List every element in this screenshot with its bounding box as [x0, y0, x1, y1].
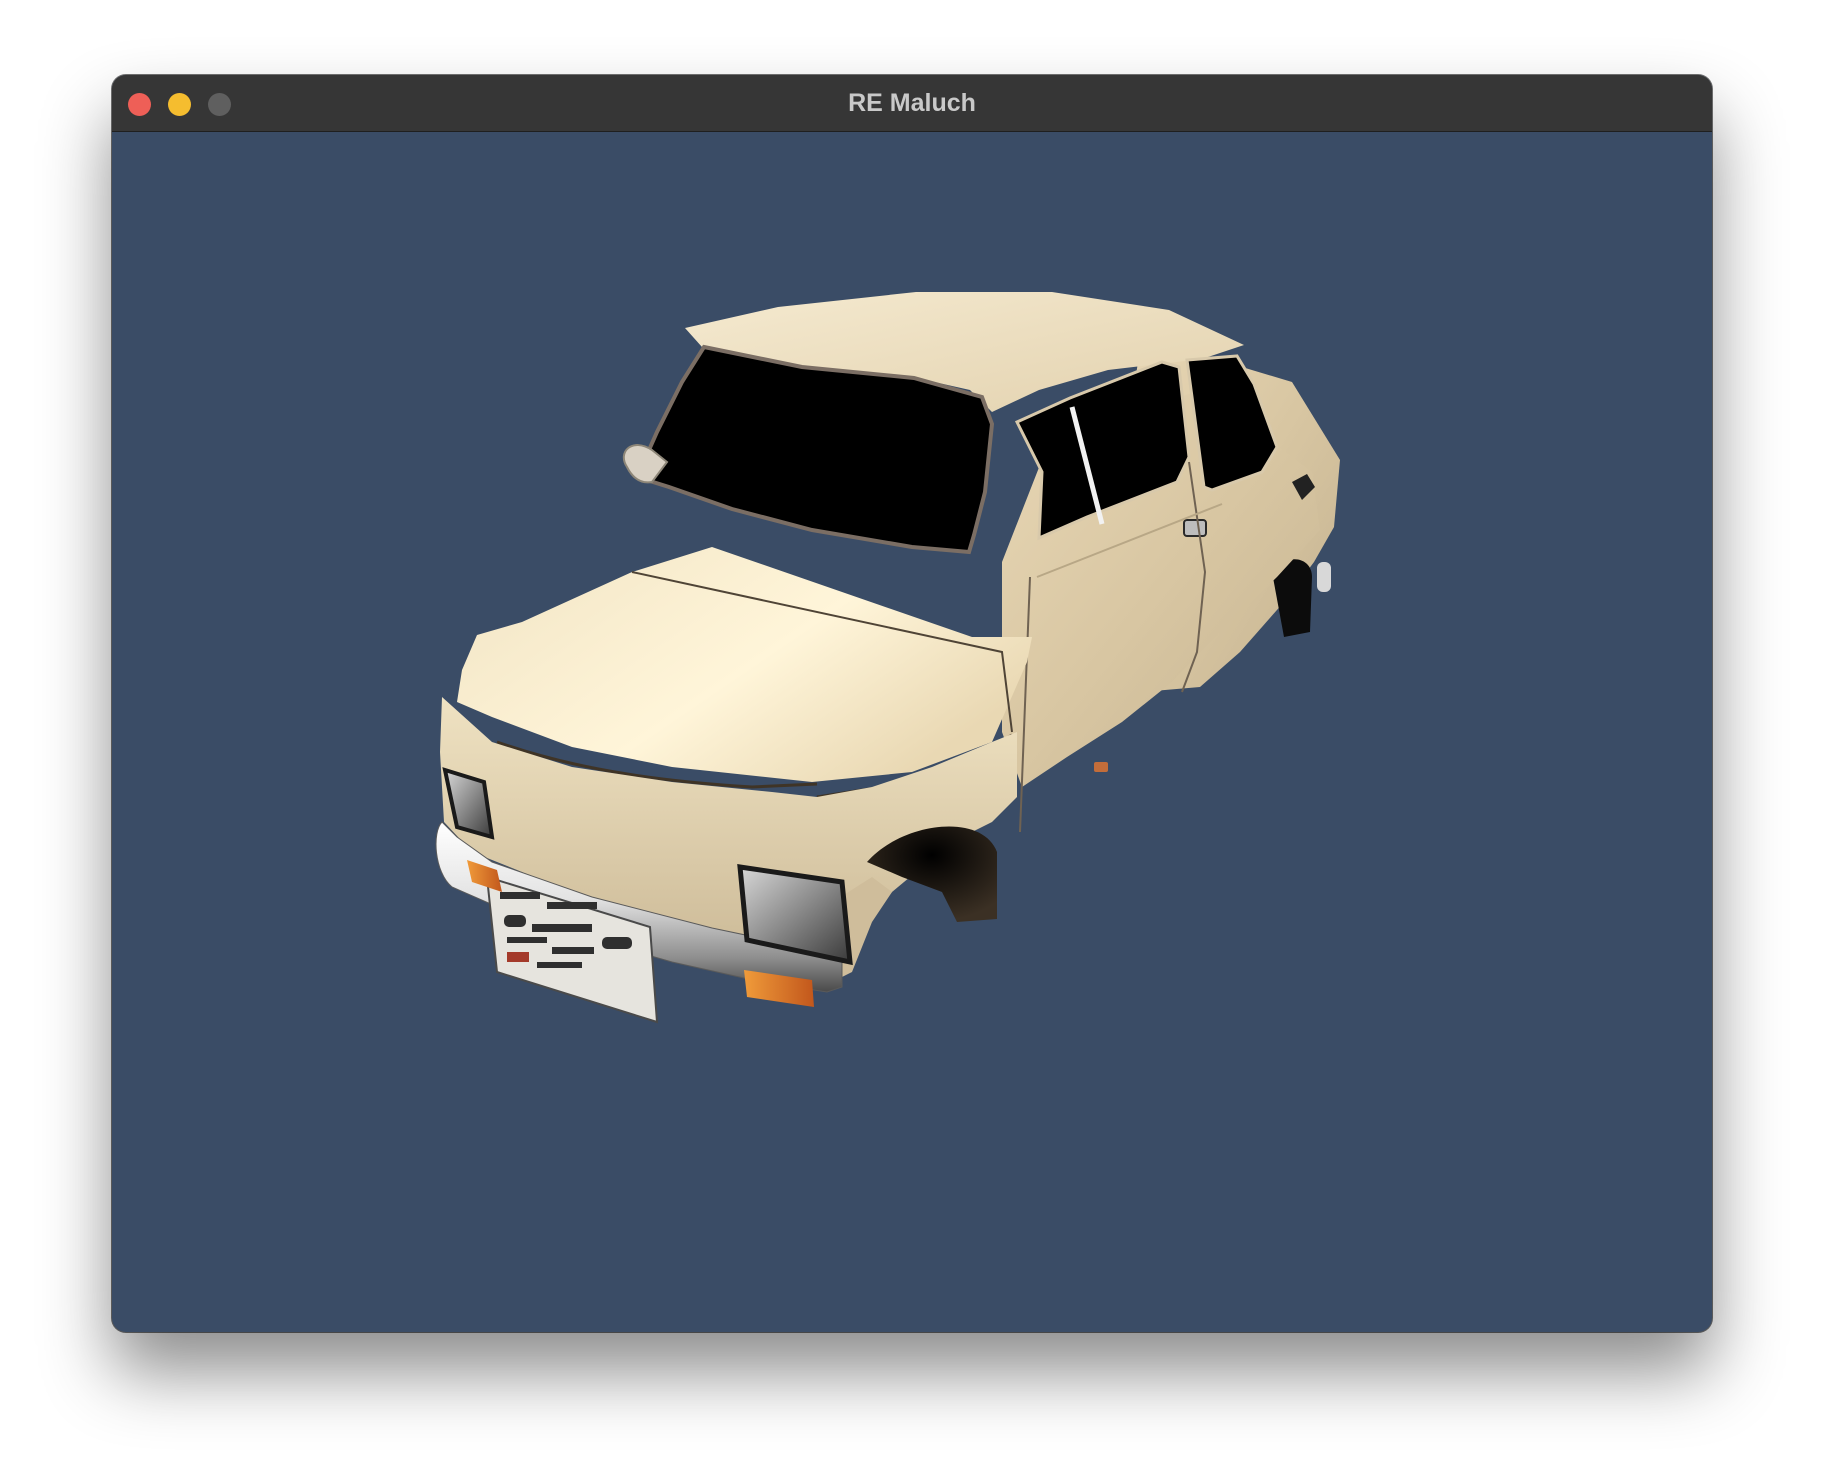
- window-title: RE Maluch: [848, 89, 976, 117]
- app-window: RE Maluch: [112, 75, 1712, 1332]
- car-render: [435, 292, 1340, 1024]
- car-hood: [457, 547, 1032, 782]
- desktop: RE Maluch: [0, 0, 1824, 1480]
- title-bar[interactable]: RE Maluch: [112, 75, 1712, 132]
- rear-bumper-tip: [1317, 562, 1331, 592]
- side-marker-light: [1094, 762, 1108, 772]
- door-handle: [1183, 519, 1207, 537]
- render-viewport[interactable]: [112, 132, 1712, 1332]
